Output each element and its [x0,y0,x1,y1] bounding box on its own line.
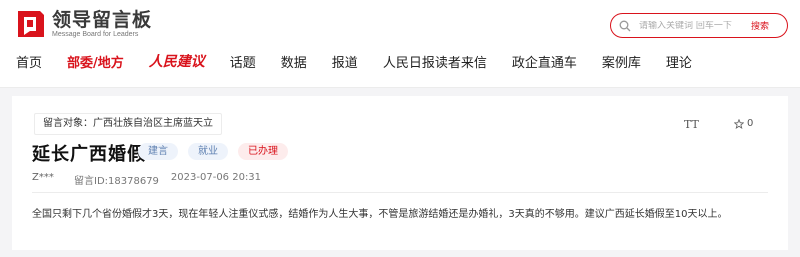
message-target-tag[interactable]: 留言对象：广西壮族自治区主席蓝天立 [34,113,222,135]
like-count: 0 [747,118,754,129]
status-badge: 已办理 [238,143,288,160]
search-bar: 搜索 [610,13,788,38]
badge-suggestion: 建言 [138,143,178,160]
nav-item-theory[interactable]: 理论 [666,52,692,71]
message-badges: 建言 就业 已办理 [138,143,298,160]
message-body: 全国只剩下几个省份婚假才3天，现在年轻人注重仪式感，结婚作为人生大事，不管是旅游… [32,209,728,220]
main-nav: 首页 部委/地方 人民建议 话题 数据 报道 人民日报读者来信 政企直通车 案例… [16,48,717,74]
divider [32,192,768,193]
message-meta: Z*** 留言ID:18378679 2023-07-06 20:31 [32,172,261,187]
search-input[interactable] [639,20,743,31]
logo-title: 领导留言板 [52,8,153,31]
message-datetime: 2023-07-06 20:31 [170,172,262,183]
nav-item-topics[interactable]: 话题 [230,52,256,71]
nav-item-ministries-local[interactable]: 部委/地方 [67,52,124,71]
logo-subtitle: Message Board for Leaders [52,30,139,38]
nav-item-case-library[interactable]: 案例库 [602,52,641,71]
star-icon [734,118,744,129]
message-author: Z*** [32,172,54,183]
nav-item-reader-letters[interactable]: 人民日报读者来信 [383,52,487,71]
site-header: 领导留言板 Message Board for Leaders 搜索 首页 部委… [0,0,800,88]
nav-item-data[interactable]: 数据 [281,52,307,71]
logo-mark-icon [16,9,46,39]
nav-item-home[interactable]: 首页 [16,52,42,71]
badge-employment: 就业 [188,143,228,160]
site-logo[interactable]: 领导留言板 Message Board for Leaders [16,9,152,39]
message-title: 延长广西婚假 [32,144,146,165]
font-size-toggle-icon[interactable]: TT [684,118,699,131]
search-icon [619,20,637,32]
like-button[interactable]: 0 [734,118,753,129]
message-card: 留言对象：广西壮族自治区主席蓝天立 TT 0 延长广西婚假 建言 就业 已办理 … [12,96,788,250]
nav-item-enterprise-express[interactable]: 政企直通车 [512,52,577,71]
search-button[interactable]: 搜索 [751,19,769,32]
nav-item-reports[interactable]: 报道 [332,52,358,71]
nav-item-people-suggestions[interactable]: 人民建议 [149,51,205,71]
message-id: 留言ID:18378679 [74,176,159,187]
